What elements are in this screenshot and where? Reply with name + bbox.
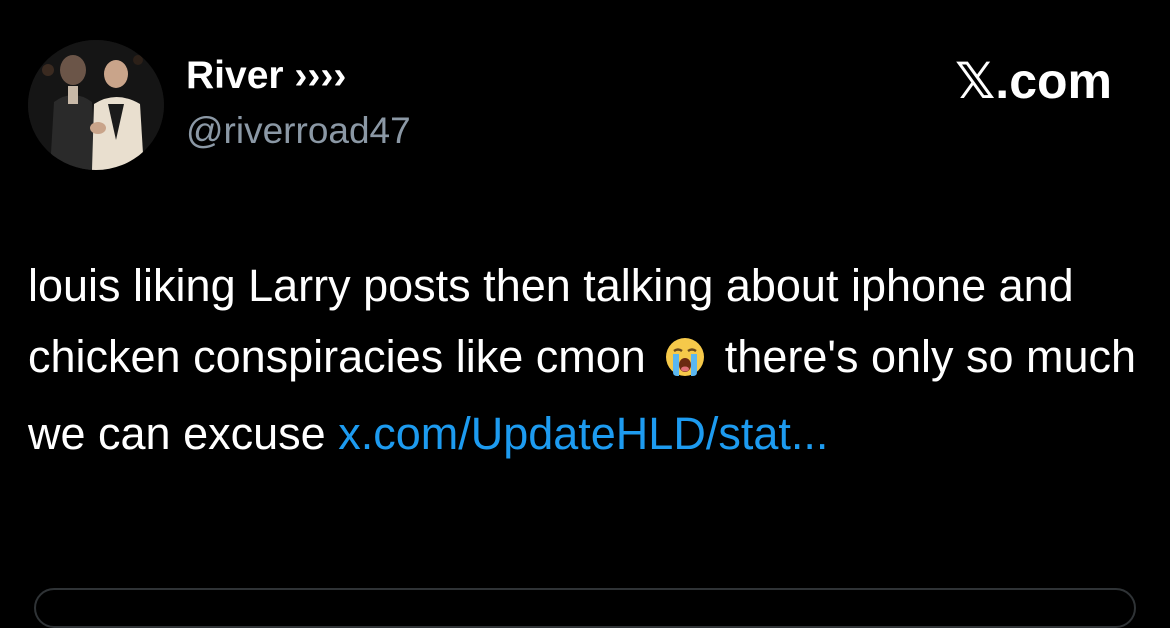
avatar[interactable] [28,40,164,170]
tweet-text: louis liking Larry posts then talking ab… [28,250,1148,469]
avatar-photo [28,40,164,170]
loudly-crying-face-icon [664,327,706,398]
quoted-card-border[interactable] [34,588,1136,628]
x-logo: 𝕏.com [955,53,1112,109]
display-name[interactable]: River ›››› [186,54,346,98]
tweet-link[interactable]: x.com/UpdateHLD/stat... [338,408,828,459]
username-handle[interactable]: @riverroad47 [186,110,411,152]
